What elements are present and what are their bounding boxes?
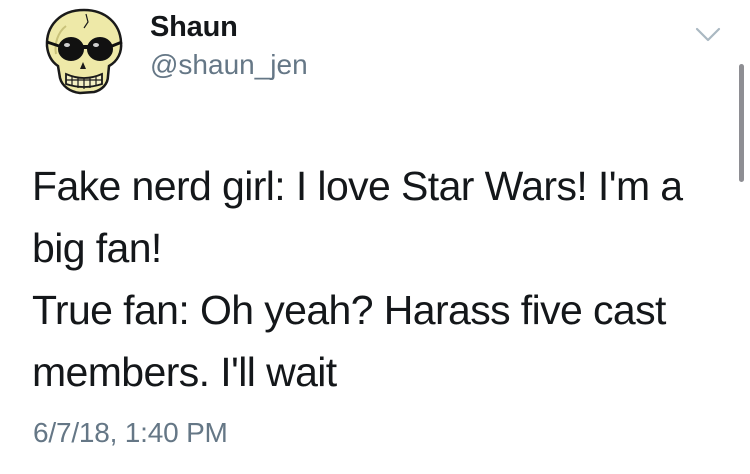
user-handle[interactable]: @shaun_jen (150, 51, 308, 79)
tweet-text-line: big fan! (32, 225, 162, 271)
skull-sunglasses-icon (45, 8, 123, 95)
display-name[interactable]: Shaun (150, 13, 238, 42)
tweet-timestamp[interactable]: 6/7/18, 1:40 PM (33, 419, 228, 447)
tweet-text-line: members. I'll wait (32, 349, 337, 395)
scrollbar[interactable] (739, 64, 744, 182)
chevron-down-icon (695, 27, 721, 42)
tweet-text-line: Fake nerd girl: I love Star Wars! I'm a (32, 163, 683, 209)
tweet-card: Shaun @shaun_jen Fake nerd girl: I love … (0, 0, 750, 474)
tweet-text: Fake nerd girl: I love Star Wars! I'm a … (32, 155, 712, 403)
avatar[interactable] (36, 4, 132, 100)
tweet-text-line: True fan: Oh yeah? Harass five cast (32, 287, 666, 333)
tweet-menu-button[interactable] (692, 18, 724, 50)
